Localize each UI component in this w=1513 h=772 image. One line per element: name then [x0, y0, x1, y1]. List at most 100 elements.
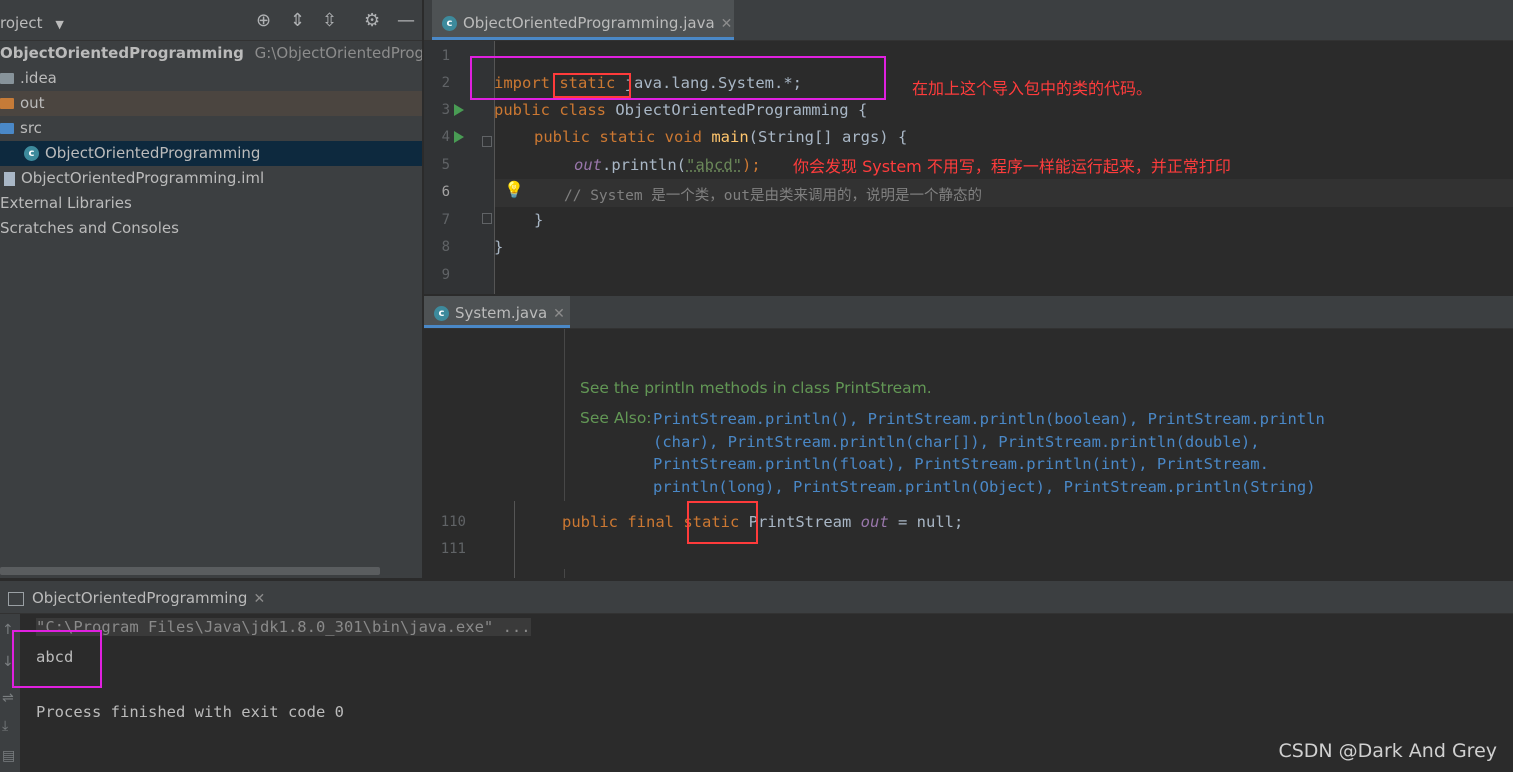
- tree-item-idea[interactable]: .idea: [0, 66, 422, 91]
- line-number: 111: [440, 541, 466, 557]
- method-call: .println(: [602, 156, 686, 174]
- java-class-icon: c: [442, 16, 457, 31]
- chevron-down-icon[interactable]: ▼: [55, 18, 63, 31]
- code-line-110: public final static PrintStream out = nu…: [562, 513, 963, 531]
- tree-item-src[interactable]: src: [0, 116, 422, 141]
- locate-icon[interactable]: ⊕: [256, 12, 271, 30]
- tree-item-class[interactable]: c ObjectOrientedProgramming: [0, 141, 422, 166]
- project-header: roject ▼ ⊕ ⇕ ⇳ ⚙ —: [0, 0, 422, 41]
- keyword: public static void: [534, 128, 702, 146]
- project-view-selector[interactable]: roject ▼: [0, 14, 64, 32]
- java-class-icon: c: [434, 306, 449, 321]
- see-also-link[interactable]: PrintStream.println(float), PrintStream.…: [653, 455, 1269, 473]
- lightbulb-icon[interactable]: 💡: [504, 180, 524, 199]
- code-comment: // System 是一个类，out是由类来调用的，说明是一个静态的: [564, 188, 982, 204]
- close-icon[interactable]: ✕: [553, 306, 565, 322]
- type-name: PrintStream: [748, 513, 852, 531]
- gutter-divider: [514, 501, 515, 578]
- annotation-system: 你会发现 System 不用写，程序一样能运行起来，并正常打印: [793, 157, 1231, 176]
- run-icon[interactable]: [454, 104, 464, 116]
- line-number: 4: [441, 129, 450, 145]
- line-number: 110: [440, 514, 466, 530]
- tree-item-label: ObjectOrientedProgramming: [45, 144, 261, 162]
- folder-icon: [0, 98, 14, 109]
- run-header: ObjectOrientedProgramming ✕: [0, 581, 1513, 614]
- see-also-link[interactable]: PrintStream.println(), PrintStream.print…: [653, 410, 1325, 428]
- fold-icon[interactable]: [482, 213, 492, 224]
- horizontal-scrollbar[interactable]: [0, 567, 380, 575]
- root-name: ObjectOrientedProgramming: [0, 44, 244, 62]
- line-number: 8: [441, 239, 450, 255]
- tab-system-java[interactable]: c System.java ✕: [424, 296, 570, 328]
- code-line-5: out.println("abcd");: [574, 156, 761, 174]
- watermark: CSDN @Dark And Grey: [1278, 740, 1497, 762]
- see-also-link[interactable]: println(long), PrintStream.println(Objec…: [653, 478, 1316, 496]
- tree-item-label: External Libraries: [0, 194, 132, 212]
- run-icon[interactable]: [454, 131, 464, 143]
- see-also-link[interactable]: (char), PrintStream.println(char[]), Pri…: [653, 433, 1260, 451]
- soft-wrap-icon[interactable]: ⇌: [2, 690, 14, 706]
- method-params: (String[] args) {: [748, 128, 908, 146]
- method-name: main: [711, 128, 749, 146]
- code-line-8: }: [494, 238, 504, 256]
- tree-item-label: src: [20, 119, 42, 137]
- highlight-box-static: [687, 501, 758, 544]
- keyword: public class: [494, 101, 606, 119]
- field-out: out: [860, 513, 889, 531]
- scroll-to-end-icon[interactable]: ⤓: [2, 718, 8, 734]
- class-name: ObjectOrientedProgramming {: [615, 101, 868, 119]
- highlight-box-output: [12, 630, 102, 688]
- tree-item-label: .idea: [20, 69, 57, 87]
- highlight-box-static: [553, 73, 631, 98]
- system-java-editor[interactable]: See the println methods in class PrintSt…: [424, 329, 1513, 578]
- string-literal: "abcd": [686, 156, 742, 174]
- tab-object-oriented-programming[interactable]: c ObjectOrientedProgramming.java ✕: [432, 0, 734, 40]
- tree-item-scratches[interactable]: Scratches and Consoles: [0, 216, 422, 241]
- folder-icon: [0, 73, 14, 84]
- line-number: 2: [441, 75, 450, 91]
- tree-item-label: out: [20, 94, 45, 112]
- close-icon[interactable]: ✕: [721, 16, 733, 32]
- line-number: 6: [441, 184, 450, 200]
- tree-item-external-libraries[interactable]: External Libraries: [0, 191, 422, 216]
- annotation-import: 在加上这个导入包中的类的代码。: [912, 79, 1153, 98]
- tree-root[interactable]: ObjectOrientedProgramming G:\ObjectOrien…: [0, 41, 422, 66]
- line-number: 3: [441, 102, 450, 118]
- folder-icon: [0, 123, 14, 134]
- file-icon: [4, 171, 15, 186]
- editor2-tabs: c System.java ✕: [424, 296, 1513, 329]
- close-icon[interactable]: ✕: [253, 591, 265, 607]
- tree-item-label: ObjectOrientedProgramming.iml: [21, 169, 265, 187]
- assignment: = null;: [898, 513, 964, 531]
- exit-message: Process finished with exit code 0: [36, 703, 344, 721]
- code-line-7: }: [534, 211, 544, 229]
- console-icon: [8, 591, 24, 606]
- minimize-icon[interactable]: —: [397, 12, 415, 30]
- collapse-all-icon[interactable]: ⇳: [322, 12, 337, 30]
- gear-icon[interactable]: ⚙: [364, 12, 380, 30]
- project-panel: roject ▼ ⊕ ⇕ ⇳ ⚙ — ObjectOrientedProgram…: [0, 0, 422, 578]
- project-header-label: roject: [0, 14, 43, 32]
- doc-text: See the println methods in class PrintSt…: [580, 379, 932, 397]
- tab-run[interactable]: ObjectOrientedProgramming ✕: [8, 581, 265, 613]
- line-number: 7: [441, 212, 450, 228]
- print-icon[interactable]: ▤: [2, 748, 15, 764]
- statement-end: );: [742, 156, 761, 174]
- code-editor[interactable]: 1 2 3 4 5 6 7 8 9 💡 import static java.l…: [424, 41, 1513, 294]
- expand-all-icon[interactable]: ⇕: [290, 12, 305, 30]
- tree-item-label: Scratches and Consoles: [0, 219, 179, 237]
- root-path: G:\ObjectOrientedProgram: [254, 44, 422, 62]
- tab-label: System.java: [455, 304, 548, 322]
- highlight-box-import: [470, 56, 886, 100]
- code-line-3: public class ObjectOrientedProgramming {: [494, 101, 867, 119]
- fold-icon[interactable]: [482, 136, 492, 147]
- doc-border: [564, 329, 565, 501]
- code-line-4: public static void main(String[] args) {: [534, 128, 907, 146]
- field-out: out: [574, 156, 602, 174]
- tree-item-iml[interactable]: ObjectOrientedProgramming.iml: [0, 166, 422, 191]
- java-class-icon: c: [24, 146, 39, 161]
- see-also-label: See Also:: [580, 409, 652, 427]
- tree-item-out[interactable]: out: [0, 91, 422, 116]
- editor-tabs: c ObjectOrientedProgramming.java ✕: [424, 0, 1513, 41]
- tab-label: ObjectOrientedProgramming.java: [463, 14, 715, 32]
